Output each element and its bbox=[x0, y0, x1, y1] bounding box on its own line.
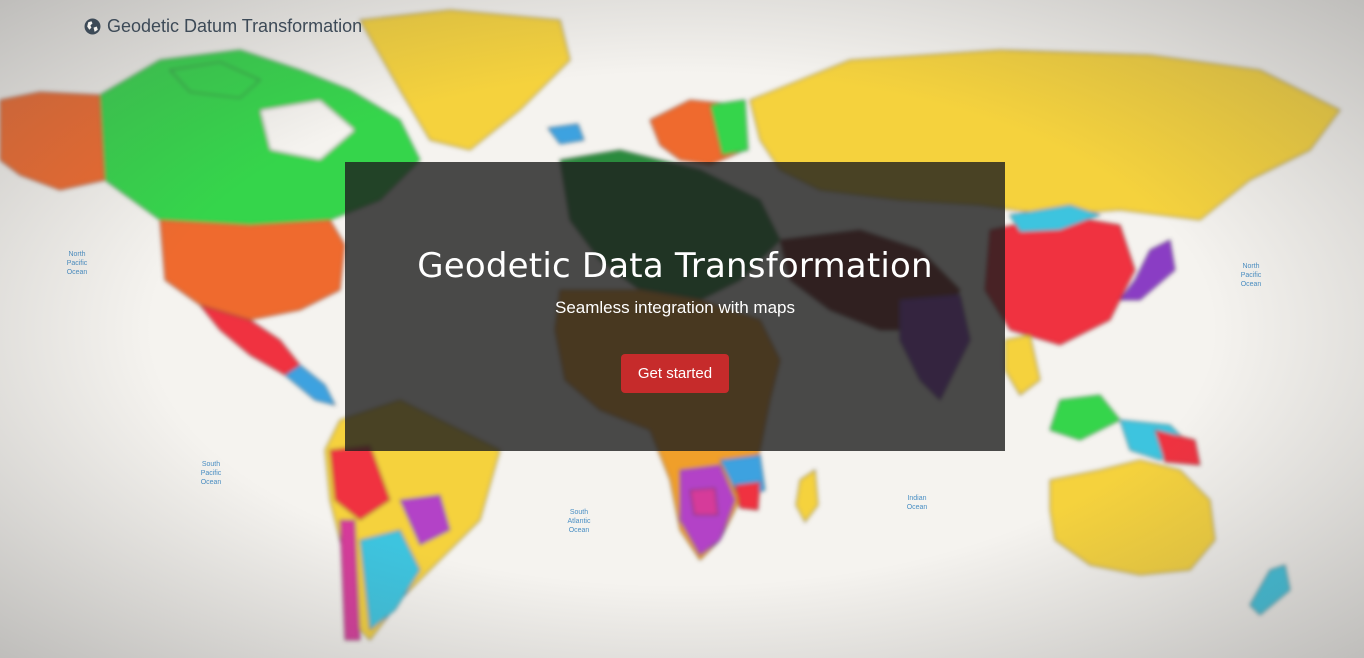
hero-panel: Geodetic Data Transformation Seamless in… bbox=[345, 162, 1005, 451]
ocean-label-south-pacific: South Pacific Ocean bbox=[200, 461, 222, 486]
ocean-label-indian: Indian Ocean bbox=[906, 495, 928, 511]
ocean-label-north-pacific-west: North Pacific Ocean bbox=[66, 251, 88, 276]
navbar-brand-label: Geodetic Datum Transformation bbox=[107, 16, 363, 36]
navbar-brand[interactable]: Geodetic Datum Transformation bbox=[84, 16, 362, 37]
globe-icon bbox=[84, 18, 101, 35]
ocean-label-south-atlantic: South Atlantic Ocean bbox=[567, 509, 591, 534]
hero-title: Geodetic Data Transformation bbox=[417, 246, 933, 286]
page: North Pacific Ocean South Pacific Ocean … bbox=[0, 0, 1364, 658]
hero-subtitle: Seamless integration with maps bbox=[554, 298, 795, 317]
get-started-button[interactable]: Get started bbox=[620, 354, 730, 393]
ocean-label-north-pacific-east: North Pacific Ocean bbox=[1240, 263, 1262, 288]
